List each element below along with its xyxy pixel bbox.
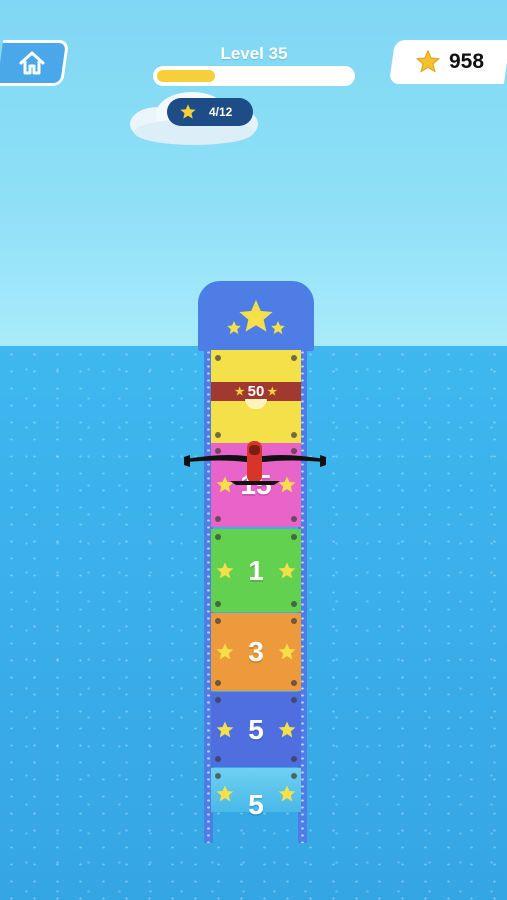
panel-value: 5	[248, 713, 264, 745]
panel-value: 5	[248, 789, 264, 820]
multiplier-band-value: 50	[247, 383, 265, 400]
home-button[interactable]	[0, 40, 70, 86]
star-icon	[278, 643, 296, 660]
star-counter-value: 4/12	[209, 105, 233, 119]
coin-counter: 958	[415, 40, 484, 84]
tower-panel: 5	[211, 768, 301, 820]
plane-icon	[184, 441, 326, 485]
level-progress-bar	[153, 66, 355, 86]
star-icon	[278, 562, 296, 578]
panel-value: 1	[248, 554, 264, 586]
star-icon	[278, 785, 296, 802]
tower-top	[198, 281, 314, 351]
star-counter: 4/12	[167, 98, 253, 126]
star-icon	[180, 104, 196, 119]
star-icon	[216, 643, 234, 660]
star-icon	[216, 721, 234, 737]
level-title: Level 35	[220, 44, 288, 63]
star-icon	[227, 300, 285, 334]
star-icon	[278, 721, 296, 737]
tower-panel: 1	[211, 529, 301, 612]
tower-panel: 5	[211, 692, 301, 767]
star-icon	[415, 49, 441, 73]
level-progress-fill	[157, 70, 215, 82]
panel-value: 3	[248, 636, 264, 667]
home-icon	[19, 51, 44, 75]
star-icon	[216, 562, 234, 578]
tower-panel	[211, 350, 301, 383]
tower-panel: 3	[211, 613, 301, 691]
star-icon	[216, 785, 234, 802]
coin-count: 958	[449, 50, 485, 73]
